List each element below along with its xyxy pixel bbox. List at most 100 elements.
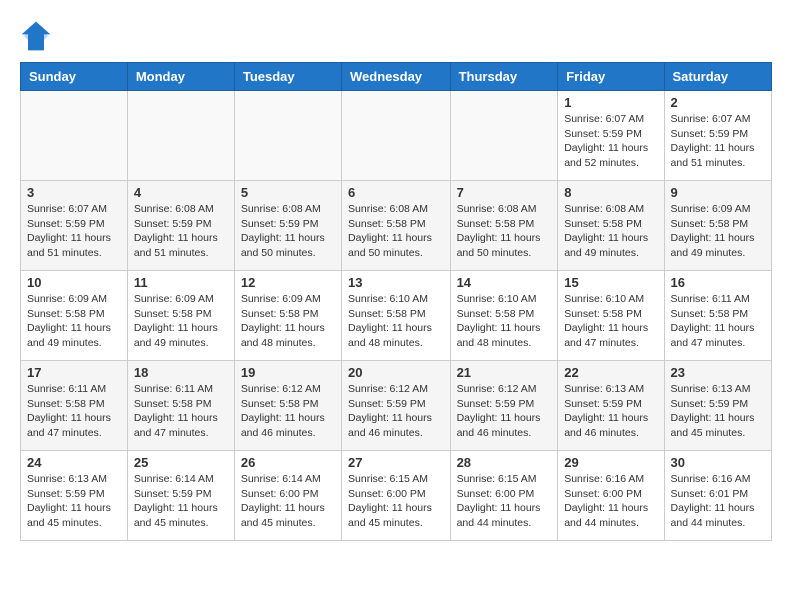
calendar-cell: 26 Sunrise: 6:14 AM Sunset: 6:00 PM Dayli… xyxy=(234,451,341,541)
calendar-cell: 6 Sunrise: 6:08 AM Sunset: 5:58 PM Daylig… xyxy=(342,181,451,271)
calendar-cell: 29 Sunrise: 6:16 AM Sunset: 6:00 PM Dayli… xyxy=(558,451,664,541)
calendar-cell: 23 Sunrise: 6:13 AM Sunset: 5:59 PM Dayli… xyxy=(664,361,771,451)
day-info: Sunrise: 6:15 AM Sunset: 6:00 PM Dayligh… xyxy=(348,472,444,531)
weekday-header-monday: Monday xyxy=(127,63,234,91)
day-number: 22 xyxy=(564,365,657,380)
day-number: 17 xyxy=(27,365,121,380)
calendar-cell xyxy=(234,91,341,181)
day-info: Sunrise: 6:14 AM Sunset: 5:59 PM Dayligh… xyxy=(134,472,228,531)
day-number: 16 xyxy=(671,275,765,290)
calendar-cell: 28 Sunrise: 6:15 AM Sunset: 6:00 PM Dayli… xyxy=(450,451,558,541)
day-number: 20 xyxy=(348,365,444,380)
calendar-week-row: 24Sunrise: 6:13 AM Sunset: 5:59 PM Dayli… xyxy=(21,451,772,541)
day-info: Sunrise: 6:08 AM Sunset: 5:58 PM Dayligh… xyxy=(564,202,657,261)
day-number: 9 xyxy=(671,185,765,200)
day-info: Sunrise: 6:14 AM Sunset: 6:00 PM Dayligh… xyxy=(241,472,335,531)
weekday-header-thursday: Thursday xyxy=(450,63,558,91)
calendar-cell xyxy=(342,91,451,181)
day-number: 19 xyxy=(241,365,335,380)
day-number: 2 xyxy=(671,95,765,110)
calendar-cell: 27 Sunrise: 6:15 AM Sunset: 6:00 PM Dayli… xyxy=(342,451,451,541)
calendar-cell: 25 Sunrise: 6:14 AM Sunset: 5:59 PM Dayli… xyxy=(127,451,234,541)
calendar-cell: 9 Sunrise: 6:09 AM Sunset: 5:58 PM Daylig… xyxy=(664,181,771,271)
calendar-cell: 20 Sunrise: 6:12 AM Sunset: 5:59 PM Dayli… xyxy=(342,361,451,451)
logo-icon xyxy=(20,20,52,52)
calendar-cell: 12 Sunrise: 6:09 AM Sunset: 5:58 PM Dayli… xyxy=(234,271,341,361)
day-number: 14 xyxy=(457,275,552,290)
day-info: Sunrise: 6:08 AM Sunset: 5:58 PM Dayligh… xyxy=(457,202,552,261)
calendar-cell: 16Sunrise: 6:11 AM Sunset: 5:58 PM Dayli… xyxy=(664,271,771,361)
day-info: Sunrise: 6:10 AM Sunset: 5:58 PM Dayligh… xyxy=(348,292,444,351)
weekday-header-friday: Friday xyxy=(558,63,664,91)
weekday-header-wednesday: Wednesday xyxy=(342,63,451,91)
day-info: Sunrise: 6:08 AM Sunset: 5:59 PM Dayligh… xyxy=(241,202,335,261)
calendar-cell: 5 Sunrise: 6:08 AM Sunset: 5:59 PM Daylig… xyxy=(234,181,341,271)
calendar-cell: 24Sunrise: 6:13 AM Sunset: 5:59 PM Dayli… xyxy=(21,451,128,541)
day-number: 12 xyxy=(241,275,335,290)
day-info: Sunrise: 6:12 AM Sunset: 5:59 PM Dayligh… xyxy=(348,382,444,441)
day-info: Sunrise: 6:12 AM Sunset: 5:58 PM Dayligh… xyxy=(241,382,335,441)
calendar-week-row: 17 Sunrise: 6:11 AM Sunset: 5:58 PM Dayli… xyxy=(21,361,772,451)
day-number: 5 xyxy=(241,185,335,200)
calendar-cell: 17 Sunrise: 6:11 AM Sunset: 5:58 PM Dayli… xyxy=(21,361,128,451)
day-info: Sunrise: 6:16 AM Sunset: 6:01 PM Dayligh… xyxy=(671,472,765,531)
page-header xyxy=(20,20,772,52)
calendar-cell: 21Sunrise: 6:12 AM Sunset: 5:59 PM Dayli… xyxy=(450,361,558,451)
day-info: Sunrise: 6:11 AM Sunset: 5:58 PM Dayligh… xyxy=(27,382,121,441)
day-info: Sunrise: 6:15 AM Sunset: 6:00 PM Dayligh… xyxy=(457,472,552,531)
day-number: 8 xyxy=(564,185,657,200)
day-number: 28 xyxy=(457,455,552,470)
calendar-cell: 22 Sunrise: 6:13 AM Sunset: 5:59 PM Dayli… xyxy=(558,361,664,451)
day-number: 24 xyxy=(27,455,121,470)
day-info: Sunrise: 6:09 AM Sunset: 5:58 PM Dayligh… xyxy=(671,202,765,261)
day-info: Sunrise: 6:08 AM Sunset: 5:59 PM Dayligh… xyxy=(134,202,228,261)
day-number: 23 xyxy=(671,365,765,380)
calendar-cell: 3Sunrise: 6:07 AM Sunset: 5:59 PM Daylig… xyxy=(21,181,128,271)
calendar-week-row: 1 Sunrise: 6:07 AM Sunset: 5:59 PM Daylig… xyxy=(21,91,772,181)
day-number: 25 xyxy=(134,455,228,470)
day-info: Sunrise: 6:09 AM Sunset: 5:58 PM Dayligh… xyxy=(241,292,335,351)
calendar-week-row: 10Sunrise: 6:09 AM Sunset: 5:58 PM Dayli… xyxy=(21,271,772,361)
day-number: 29 xyxy=(564,455,657,470)
weekday-header-saturday: Saturday xyxy=(664,63,771,91)
calendar-cell: 15 Sunrise: 6:10 AM Sunset: 5:58 PM Dayli… xyxy=(558,271,664,361)
day-info: Sunrise: 6:13 AM Sunset: 5:59 PM Dayligh… xyxy=(564,382,657,441)
day-number: 27 xyxy=(348,455,444,470)
logo xyxy=(20,20,56,52)
day-info: Sunrise: 6:10 AM Sunset: 5:58 PM Dayligh… xyxy=(564,292,657,351)
day-number: 26 xyxy=(241,455,335,470)
day-number: 6 xyxy=(348,185,444,200)
calendar-cell: 30 Sunrise: 6:16 AM Sunset: 6:01 PM Dayli… xyxy=(664,451,771,541)
weekday-header-sunday: Sunday xyxy=(21,63,128,91)
day-info: Sunrise: 6:07 AM Sunset: 5:59 PM Dayligh… xyxy=(564,112,657,171)
day-number: 13 xyxy=(348,275,444,290)
day-info: Sunrise: 6:11 AM Sunset: 5:58 PM Dayligh… xyxy=(134,382,228,441)
calendar-cell: 11Sunrise: 6:09 AM Sunset: 5:58 PM Dayli… xyxy=(127,271,234,361)
day-info: Sunrise: 6:09 AM Sunset: 5:58 PM Dayligh… xyxy=(27,292,121,351)
day-number: 30 xyxy=(671,455,765,470)
calendar-cell: 18 Sunrise: 6:11 AM Sunset: 5:58 PM Dayli… xyxy=(127,361,234,451)
day-info: Sunrise: 6:12 AM Sunset: 5:59 PM Dayligh… xyxy=(457,382,552,441)
day-info: Sunrise: 6:08 AM Sunset: 5:58 PM Dayligh… xyxy=(348,202,444,261)
day-number: 15 xyxy=(564,275,657,290)
day-number: 4 xyxy=(134,185,228,200)
day-number: 11 xyxy=(134,275,228,290)
calendar-table: SundayMondayTuesdayWednesdayThursdayFrid… xyxy=(20,62,772,541)
calendar-cell: 2Sunrise: 6:07 AM Sunset: 5:59 PM Daylig… xyxy=(664,91,771,181)
calendar-cell: 1 Sunrise: 6:07 AM Sunset: 5:59 PM Daylig… xyxy=(558,91,664,181)
calendar-cell xyxy=(21,91,128,181)
calendar-cell: 13 Sunrise: 6:10 AM Sunset: 5:58 PM Dayli… xyxy=(342,271,451,361)
day-info: Sunrise: 6:13 AM Sunset: 5:59 PM Dayligh… xyxy=(671,382,765,441)
calendar-cell xyxy=(127,91,234,181)
day-number: 3 xyxy=(27,185,121,200)
calendar-cell xyxy=(450,91,558,181)
day-number: 1 xyxy=(564,95,657,110)
calendar-cell: 14Sunrise: 6:10 AM Sunset: 5:58 PM Dayli… xyxy=(450,271,558,361)
calendar-cell: 8 Sunrise: 6:08 AM Sunset: 5:58 PM Daylig… xyxy=(558,181,664,271)
day-number: 18 xyxy=(134,365,228,380)
calendar-week-row: 3Sunrise: 6:07 AM Sunset: 5:59 PM Daylig… xyxy=(21,181,772,271)
calendar-cell: 4 Sunrise: 6:08 AM Sunset: 5:59 PM Daylig… xyxy=(127,181,234,271)
day-info: Sunrise: 6:16 AM Sunset: 6:00 PM Dayligh… xyxy=(564,472,657,531)
day-number: 7 xyxy=(457,185,552,200)
calendar-cell: 10Sunrise: 6:09 AM Sunset: 5:58 PM Dayli… xyxy=(21,271,128,361)
